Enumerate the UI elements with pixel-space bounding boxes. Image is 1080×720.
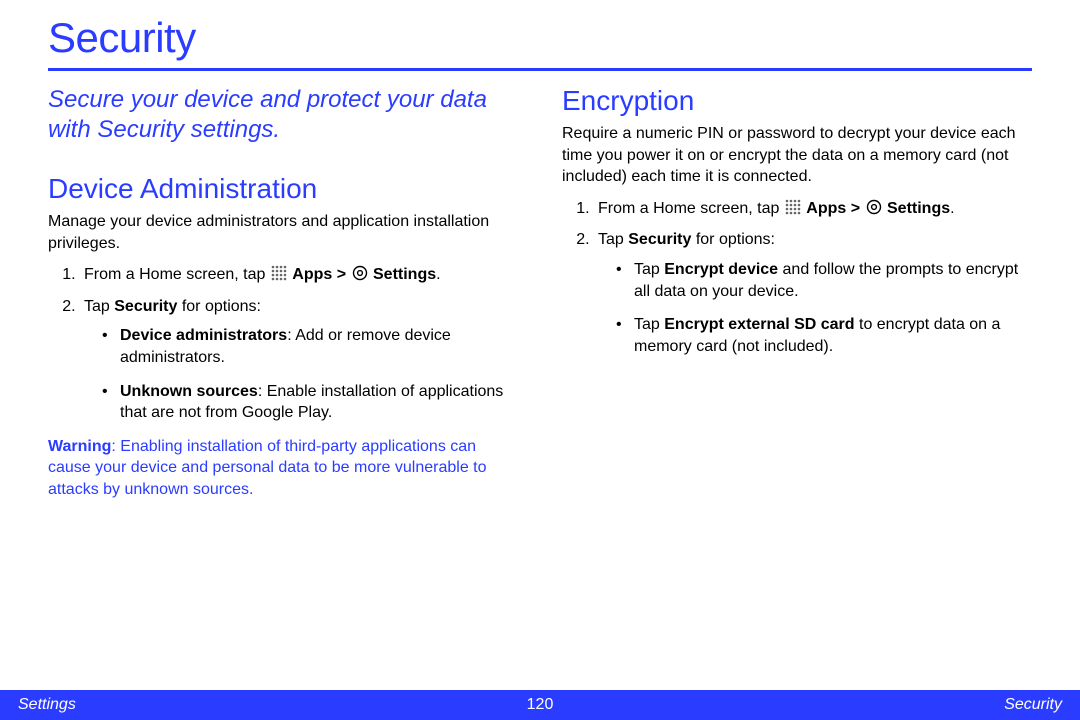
page-title: Security bbox=[48, 14, 1032, 62]
bold-text: Encrypt device bbox=[664, 261, 778, 278]
step-item: From a Home screen, tap Apps > Settings. bbox=[594, 198, 1032, 220]
bold-text: > bbox=[337, 266, 346, 283]
text: . bbox=[436, 266, 440, 283]
footer-left: Settings bbox=[18, 696, 76, 714]
encryption-bullets: Tap Encrypt device and follow the prompt… bbox=[598, 259, 1032, 357]
text: Tap bbox=[634, 316, 664, 333]
list-item: Unknown sources: Enable installation of … bbox=[106, 381, 518, 424]
text: Tap bbox=[598, 231, 628, 248]
text: : Enabling installation of third-party a… bbox=[48, 438, 487, 498]
bold-text: Warning bbox=[48, 438, 111, 455]
settings-gear-icon bbox=[866, 199, 882, 215]
bold-text: Encrypt external SD card bbox=[664, 316, 854, 333]
list-item: Tap Encrypt external SD card to encrypt … bbox=[620, 314, 1032, 357]
device-admin-bullets: Device administrators: Add or remove dev… bbox=[84, 325, 518, 423]
step-item: From a Home screen, tap Apps > Settings. bbox=[80, 264, 518, 286]
right-column: Encryption Require a numeric PIN or pass… bbox=[562, 85, 1032, 501]
text: for options: bbox=[691, 231, 775, 248]
step-item: Tap Security for options: Device adminis… bbox=[80, 296, 518, 424]
apps-grid-icon bbox=[271, 265, 287, 281]
section-heading-encryption: Encryption bbox=[562, 85, 1032, 117]
bold-text: Settings bbox=[373, 266, 436, 283]
encryption-intro: Require a numeric PIN or password to dec… bbox=[562, 123, 1032, 188]
list-item: Device administrators: Add or remove dev… bbox=[106, 325, 518, 368]
step-item: Tap Security for options: Tap Encrypt de… bbox=[594, 229, 1032, 357]
text: Tap bbox=[84, 298, 114, 315]
list-item: Tap Encrypt device and follow the prompt… bbox=[620, 259, 1032, 302]
bold-text: Device administrators bbox=[120, 327, 287, 344]
encryption-steps: From a Home screen, tap Apps > Settings.… bbox=[562, 198, 1032, 358]
apps-grid-icon bbox=[785, 199, 801, 215]
text: for options: bbox=[177, 298, 261, 315]
left-column: Secure your device and protect your data… bbox=[48, 85, 518, 501]
bold-text: Apps bbox=[292, 266, 332, 283]
bold-text: Settings bbox=[887, 200, 950, 217]
bold-text: Unknown sources bbox=[120, 383, 258, 400]
device-admin-intro: Manage your device administrators and ap… bbox=[48, 211, 518, 254]
page-subtitle: Secure your device and protect your data… bbox=[48, 85, 518, 145]
text: From a Home screen, tap bbox=[598, 200, 784, 217]
text: Tap bbox=[634, 261, 664, 278]
device-admin-steps: From a Home screen, tap Apps > Settings.… bbox=[48, 264, 518, 424]
bold-text: Security bbox=[114, 298, 177, 315]
bold-text: > bbox=[851, 200, 860, 217]
step-text: From a Home screen, tap Apps > Settings. bbox=[84, 266, 441, 283]
horizontal-rule bbox=[48, 68, 1032, 71]
text: From a Home screen, tap bbox=[84, 266, 270, 283]
footer-page-number: 120 bbox=[527, 696, 554, 714]
text: . bbox=[950, 200, 954, 217]
page: Security Secure your device and protect … bbox=[0, 0, 1080, 720]
footer-right: Security bbox=[1004, 696, 1062, 714]
bold-text: Apps bbox=[806, 200, 846, 217]
section-heading-device-admin: Device Administration bbox=[48, 173, 518, 205]
page-footer: Settings 120 Security bbox=[0, 690, 1080, 720]
bold-text: Security bbox=[628, 231, 691, 248]
settings-gear-icon bbox=[352, 265, 368, 281]
content-columns: Secure your device and protect your data… bbox=[48, 85, 1032, 501]
step-text: From a Home screen, tap Apps > Settings. bbox=[598, 200, 955, 217]
warning-text: Warning: Enabling installation of third-… bbox=[48, 436, 518, 501]
